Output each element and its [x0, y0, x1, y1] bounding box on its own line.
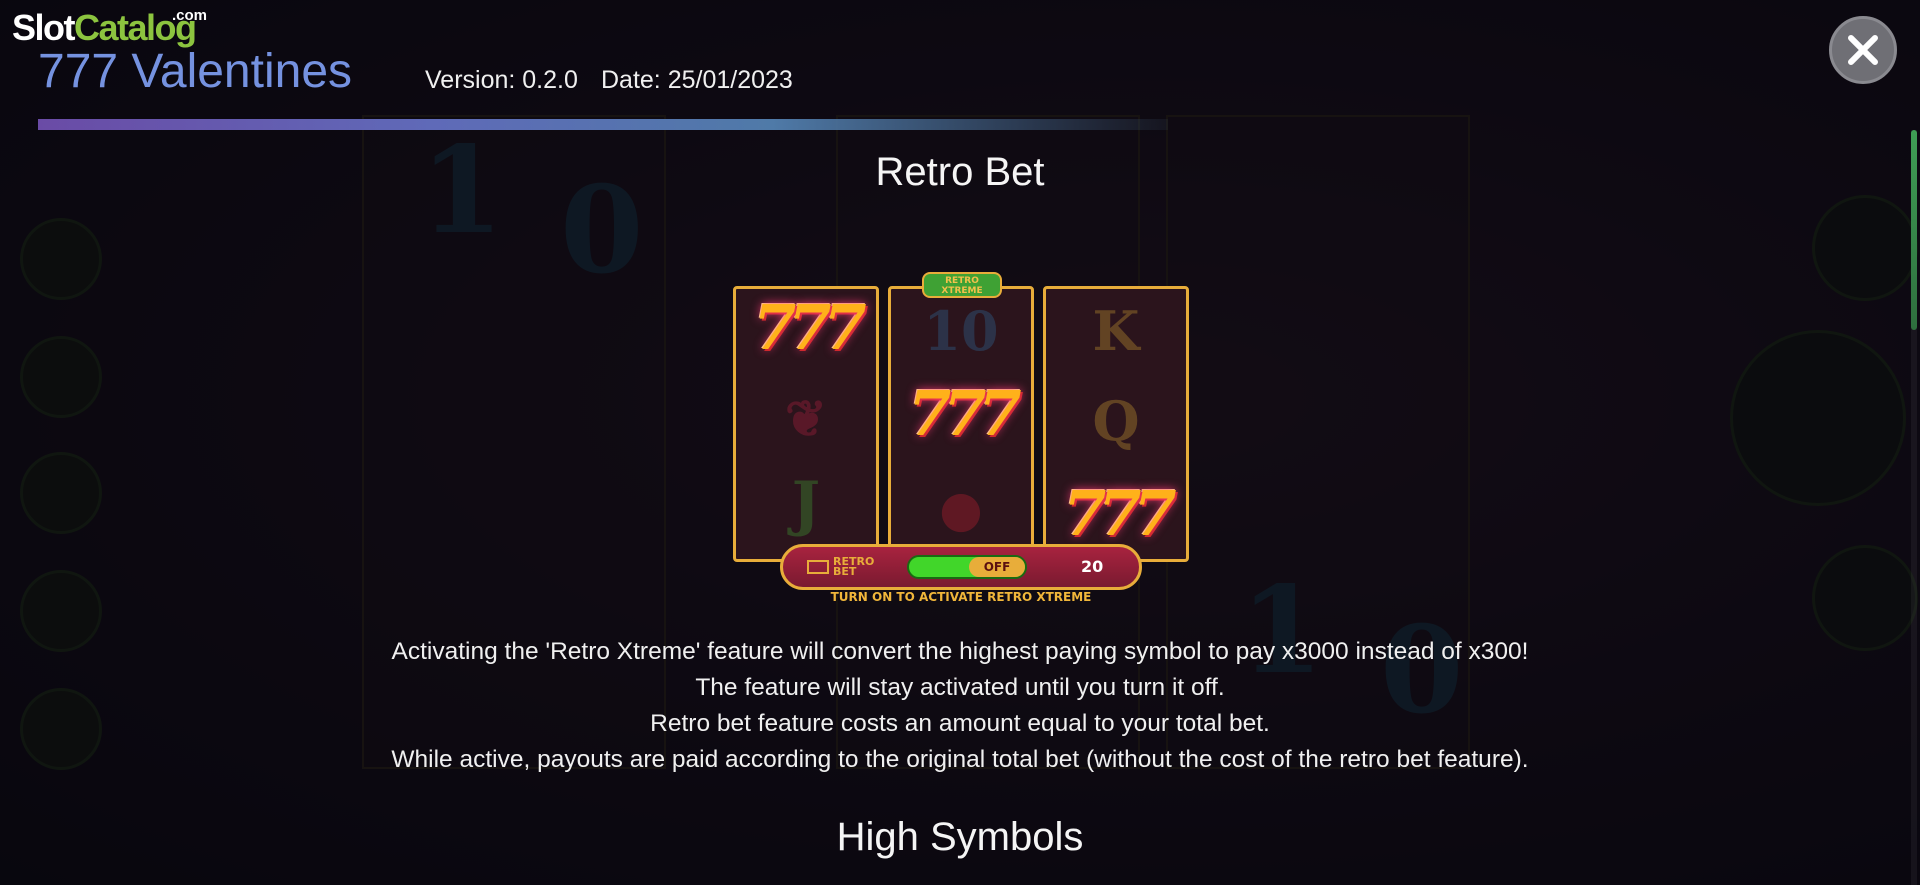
gift-icon: ❦	[785, 389, 827, 448]
description-line: The feature will stay activated until yo…	[695, 674, 1225, 701]
retro-bet-illustration: 777 ❦ J 10 777 ● K Q 777 RETRO XTREME RE…	[730, 272, 1192, 604]
retro-xtreme-badge: RETRO XTREME	[922, 272, 1002, 298]
game-title: 777 Valentines	[38, 45, 353, 98]
toggle-caption: TURN ON TO ACTIVATE RETRO XTREME	[830, 590, 1092, 604]
reel-symbol: J	[791, 469, 821, 539]
close-button[interactable]	[1829, 16, 1897, 84]
reel: 777 ❦ J	[733, 286, 879, 562]
cherry-icon: ●	[939, 479, 983, 538]
reel-symbol: 777	[908, 377, 1021, 450]
reel: 10 777 ●	[888, 286, 1034, 562]
slotcatalog-logo: SlotCatalog .com	[12, 7, 207, 48]
version-label: Version: 0.2.0	[425, 66, 578, 94]
switch-knob: OFF	[969, 557, 1025, 577]
logo-com-text: .com	[172, 7, 208, 24]
reel-symbol: 777	[1063, 477, 1176, 550]
date-label: Date: 25/01/2023	[601, 66, 793, 94]
retro-bet-toggle-bar: RETRO BET OFF 20	[780, 544, 1142, 590]
section-title-high-symbols: High Symbols	[836, 815, 1084, 859]
toggle-label-line: BET	[833, 565, 857, 578]
logo-slot-text: Slot	[12, 7, 76, 48]
reel: K Q 777	[1043, 286, 1189, 562]
badge-line: XTREME	[941, 286, 983, 296]
reel-symbol: K	[1092, 299, 1140, 363]
toggle-value: 20	[1081, 557, 1104, 576]
slot-machine-icon	[807, 560, 829, 574]
retro-bet-description: Activating the 'Retro Xtreme' feature wi…	[0, 634, 1920, 778]
reel-symbol: 10	[923, 299, 999, 363]
title-underline	[38, 119, 1168, 130]
toggle-label: RETRO BET	[833, 556, 874, 578]
description-line: Activating the 'Retro Xtreme' feature wi…	[391, 638, 1529, 665]
description-line: While active, payouts are paid according…	[391, 746, 1529, 773]
reel-symbol: Q	[1092, 389, 1140, 453]
description-line: Retro bet feature costs an amount equal …	[650, 710, 1270, 737]
reel-symbol: 777	[753, 291, 866, 364]
retro-bet-switch: OFF	[907, 555, 1027, 579]
badge-line: RETRO	[945, 276, 979, 286]
section-title-retro-bet: Retro Bet	[875, 150, 1045, 194]
close-icon	[1848, 35, 1878, 65]
